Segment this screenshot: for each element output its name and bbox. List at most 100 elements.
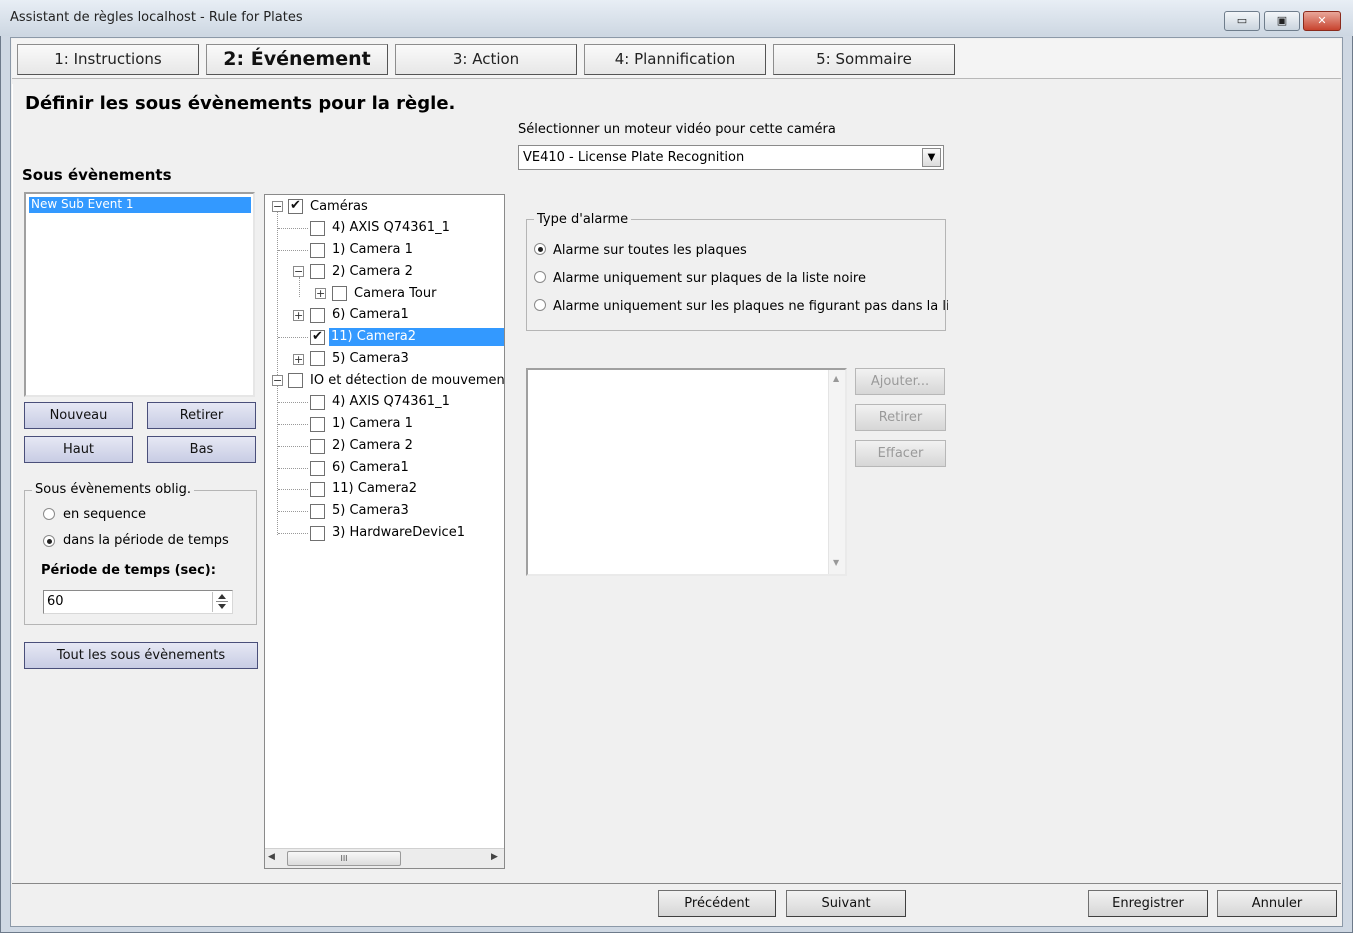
- sub-events-list[interactable]: New Sub Event 1: [24, 192, 255, 397]
- tree-guide: [278, 489, 308, 490]
- scroll-left-icon[interactable]: ◀: [268, 852, 275, 862]
- tree-checkbox[interactable]: [310, 504, 325, 519]
- tree-node-hardware-device[interactable]: 3) HardwareDevice1: [330, 524, 467, 542]
- tab-sommaire[interactable]: 5: Sommaire: [773, 44, 955, 75]
- close-button[interactable]: ✕: [1303, 11, 1341, 31]
- device-tree[interactable]: − Caméras 4) AXIS Q74361_1 1) Camera 1 −…: [264, 194, 505, 869]
- tree-node-io-axis[interactable]: 4) AXIS Q74361_1: [330, 393, 452, 411]
- window-title: Assistant de règles localhost - Rule for…: [10, 10, 303, 25]
- tree-horizontal-scrollbar[interactable]: ◀ III ▶: [265, 848, 504, 868]
- tree-node-camera2-selected[interactable]: 11) Camera2: [329, 328, 504, 346]
- tree-checkbox[interactable]: [310, 243, 325, 258]
- radio-alarm-blacklist[interactable]: [534, 271, 546, 283]
- tree-node-io-camera1[interactable]: 6) Camera1: [330, 459, 411, 477]
- tree-guide: [278, 228, 308, 229]
- chevron-down-icon[interactable]: ▼: [922, 148, 941, 167]
- tree-guide: [278, 446, 308, 447]
- tab-action[interactable]: 3: Action: [395, 44, 577, 75]
- tree-node-axis[interactable]: 4) AXIS Q74361_1: [330, 219, 452, 237]
- tree-guide: [278, 250, 308, 251]
- tree-node-io-motion[interactable]: IO et détection de mouvement su: [308, 372, 504, 390]
- radio-in-time-period[interactable]: [43, 535, 55, 547]
- tree-checkbox[interactable]: [310, 526, 325, 541]
- tree-checkbox[interactable]: [310, 264, 325, 279]
- period-stepper[interactable]: [212, 592, 231, 612]
- tree-checkbox[interactable]: [310, 439, 325, 454]
- tree-checkbox[interactable]: [310, 461, 325, 476]
- tree-checkbox[interactable]: [310, 417, 325, 432]
- stepper-up-icon[interactable]: [218, 594, 226, 599]
- tree-guide: [278, 402, 308, 403]
- plate-list[interactable]: ▲ ▼: [526, 368, 847, 576]
- tree-checkbox[interactable]: [310, 395, 325, 410]
- tree-checkbox[interactable]: [310, 351, 325, 366]
- tree-checkbox[interactable]: [310, 308, 325, 323]
- new-button[interactable]: Nouveau: [24, 402, 133, 429]
- tab-evenement[interactable]: 2: Événement: [206, 44, 388, 75]
- scroll-thumb[interactable]: III: [287, 851, 401, 866]
- tab-plannification[interactable]: 4: Plannification: [584, 44, 766, 75]
- restore-button[interactable]: ▣: [1264, 11, 1300, 31]
- tree-node-camera-1[interactable]: 1) Camera 1: [330, 241, 415, 259]
- tree-node-camera-tour[interactable]: Camera Tour: [352, 285, 438, 303]
- scroll-down-icon[interactable]: ▼: [833, 558, 839, 567]
- sub-events-title: Sous évènements: [22, 166, 172, 184]
- tree-checkbox[interactable]: [310, 329, 325, 345]
- tree-node-camera3[interactable]: 5) Camera3: [330, 350, 411, 368]
- remove-plate-button[interactable]: Retirer: [855, 404, 946, 431]
- tree-guide: [278, 533, 308, 534]
- tab-instructions[interactable]: 1: Instructions: [17, 44, 199, 75]
- next-button[interactable]: Suivant: [786, 890, 906, 917]
- alarm-all-label: Alarme sur toutes les plaques: [553, 243, 747, 258]
- radio-alarm-all[interactable]: [534, 243, 546, 255]
- tree-guide: [278, 468, 308, 469]
- tree-checkbox[interactable]: [288, 373, 303, 388]
- tree-checkbox[interactable]: [310, 482, 325, 497]
- tree-node-io-camera-1[interactable]: 1) Camera 1: [330, 415, 415, 433]
- expand-icon[interactable]: +: [293, 310, 304, 321]
- remove-sub-event-button[interactable]: Retirer: [147, 402, 256, 429]
- alarm-not-in-list-label: Alarme uniquement sur les plaques ne fig…: [553, 299, 948, 314]
- save-button[interactable]: Enregistrer: [1088, 890, 1208, 917]
- radio-in-sequence[interactable]: [43, 508, 55, 520]
- clear-plates-button[interactable]: Effacer: [855, 440, 946, 467]
- previous-button[interactable]: Précédent: [658, 890, 776, 917]
- in-sequence-label: en sequence: [63, 507, 147, 522]
- expand-icon[interactable]: +: [315, 288, 326, 299]
- video-engine-select[interactable]: VE410 - License Plate Recognition ▼: [518, 145, 944, 170]
- cancel-button[interactable]: Annuler: [1217, 890, 1337, 917]
- tree-node-cameras[interactable]: Caméras: [308, 198, 370, 216]
- tree-guide: [277, 385, 278, 535]
- tree-node-camera1[interactable]: 6) Camera1: [330, 306, 411, 324]
- tree-guide: [278, 424, 308, 425]
- stepper-down-icon[interactable]: [218, 604, 226, 609]
- scroll-up-icon[interactable]: ▲: [833, 374, 839, 383]
- tree-checkbox[interactable]: [332, 286, 347, 301]
- tree-checkbox[interactable]: [288, 198, 303, 214]
- collapse-icon[interactable]: −: [293, 266, 304, 277]
- video-engine-value: VE410 - License Plate Recognition: [523, 150, 745, 165]
- collapse-icon[interactable]: −: [272, 201, 283, 212]
- tree-node-camera-2[interactable]: 2) Camera 2: [330, 263, 415, 281]
- tree-checkbox[interactable]: [310, 221, 325, 236]
- scroll-right-icon[interactable]: ▶: [491, 852, 498, 862]
- tree-guide: [278, 511, 308, 512]
- tree-node-io-camera2[interactable]: 11) Camera2: [330, 480, 419, 498]
- add-plate-button[interactable]: Ajouter...: [855, 368, 945, 395]
- collapse-icon[interactable]: −: [272, 375, 283, 386]
- tree-guide: [278, 337, 308, 338]
- period-input[interactable]: 60: [43, 590, 233, 614]
- all-sub-events-button[interactable]: Tout les sous évènements: [24, 642, 258, 669]
- page-title: Définir les sous évènements pour la règl…: [25, 93, 456, 114]
- up-button[interactable]: Haut: [24, 436, 133, 463]
- list-item[interactable]: New Sub Event 1: [29, 197, 251, 213]
- plate-list-scrollbar[interactable]: ▲ ▼: [828, 370, 845, 574]
- tree-guide: [277, 211, 278, 381]
- alarm-type-label: Type d'alarme: [534, 212, 632, 227]
- minimize-button[interactable]: ▭: [1224, 11, 1260, 31]
- down-button[interactable]: Bas: [147, 436, 256, 463]
- tree-node-io-camera-2[interactable]: 2) Camera 2: [330, 437, 415, 455]
- radio-alarm-not-in-list[interactable]: [534, 299, 546, 311]
- expand-icon[interactable]: +: [293, 354, 304, 365]
- tree-node-io-camera3[interactable]: 5) Camera3: [330, 502, 411, 520]
